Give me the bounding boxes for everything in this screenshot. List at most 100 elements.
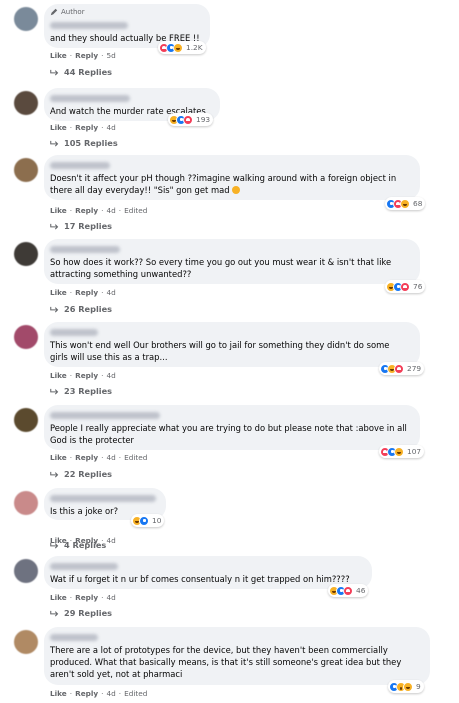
avatar[interactable]: [14, 408, 38, 432]
haha-reaction-icon: [400, 198, 410, 209]
reply-button[interactable]: Reply: [75, 371, 98, 380]
like-button[interactable]: Like: [50, 123, 67, 132]
avatar[interactable]: [14, 91, 38, 115]
commenter-name[interactable]: [50, 560, 362, 573]
reactions-summary[interactable]: 76: [385, 280, 426, 293]
reaction-count: 1.2K: [186, 43, 203, 52]
reactions-summary[interactable]: 279: [379, 362, 425, 375]
comment-bubble: So how does it work?? So every time you …: [44, 239, 420, 284]
like-button[interactable]: Like: [50, 206, 67, 215]
comment-actions: Like · Reply · 4d: [50, 288, 116, 297]
comment-bubble: Wat if u forget it n ur bf comes consent…: [44, 556, 372, 589]
reactions-summary[interactable]: 46: [328, 584, 369, 597]
like-button[interactable]: Like: [50, 288, 67, 297]
edited-label: Edited: [124, 453, 148, 462]
separator: ·: [101, 206, 104, 215]
timestamp[interactable]: 4d: [106, 288, 115, 297]
like-button[interactable]: Like: [50, 51, 67, 60]
like-button[interactable]: Like: [50, 593, 67, 602]
replies-count: 105 Replies: [64, 138, 118, 148]
timestamp[interactable]: 4d: [106, 206, 115, 215]
reactions-summary[interactable]: 68: [385, 197, 426, 210]
reply-button[interactable]: Reply: [75, 593, 98, 602]
view-replies-link[interactable]: 44 Replies: [50, 67, 112, 77]
reply-button[interactable]: Reply: [75, 689, 98, 698]
reply-button[interactable]: Reply: [75, 206, 98, 215]
reply-arrow-icon: [50, 306, 59, 312]
reply-arrow-icon: [50, 610, 59, 616]
blurred-name: [50, 412, 160, 419]
comments-feed: Author and they should actually be FREE !…: [0, 0, 459, 703]
timestamp[interactable]: 4d: [106, 123, 115, 132]
timestamp[interactable]: 4d: [106, 453, 115, 462]
reactions-summary[interactable]: 9: [388, 680, 424, 693]
separator: ·: [118, 453, 122, 462]
reactions-summary[interactable]: 107: [379, 445, 425, 458]
avatar[interactable]: [14, 242, 38, 266]
timestamp[interactable]: 4d: [106, 371, 115, 380]
reaction-count: 10: [152, 516, 162, 525]
view-replies-link[interactable]: 105 Replies: [50, 138, 118, 148]
separator: ·: [69, 123, 73, 132]
commenter-name[interactable]: [50, 492, 156, 505]
avatar[interactable]: [14, 630, 38, 654]
grin-emoji-icon: [231, 186, 240, 194]
replies-count: 23 Replies: [64, 386, 113, 396]
timestamp[interactable]: 5d: [106, 51, 115, 60]
separator: ·: [101, 593, 104, 602]
view-replies-link[interactable]: 17 Replies: [50, 221, 112, 231]
reactions-summary[interactable]: 10: [131, 514, 165, 527]
view-replies-link[interactable]: 26 Replies: [50, 304, 112, 314]
reaction-count: 76: [413, 282, 423, 291]
reaction-count: 46: [356, 586, 366, 595]
timestamp[interactable]: 4d: [106, 536, 115, 545]
reaction-count: 107: [407, 447, 422, 456]
blurred-name: [50, 329, 98, 336]
commenter-name[interactable]: [50, 243, 410, 256]
commenter-name[interactable]: [50, 159, 410, 172]
like-button[interactable]: Like: [50, 689, 67, 698]
comment-actions: Like · Reply · 4d · Edited: [50, 453, 147, 462]
view-replies-link[interactable]: 22 Replies: [50, 469, 112, 479]
avatar[interactable]: [14, 325, 38, 349]
reply-button[interactable]: Reply: [75, 288, 98, 297]
avatar[interactable]: [14, 7, 38, 31]
commenter-name[interactable]: [50, 326, 410, 339]
reply-button[interactable]: Reply: [75, 453, 98, 462]
comment-actions: Like · Reply · 4d: [50, 123, 116, 132]
separator: ·: [118, 689, 122, 698]
author-label: Author: [61, 8, 85, 16]
commenter-name[interactable]: [50, 631, 420, 644]
commenter-name[interactable]: [50, 92, 210, 105]
comment-bubble: There are a lot of prototypes for the de…: [44, 627, 430, 685]
haha-reaction-icon: [173, 42, 183, 53]
separator: ·: [69, 689, 73, 698]
timestamp[interactable]: 4d: [106, 593, 115, 602]
reply-arrow-icon: [50, 223, 59, 229]
reactions-summary[interactable]: 193: [168, 113, 214, 126]
view-replies-link[interactable]: 4 Replies: [50, 540, 106, 550]
view-replies-link[interactable]: 29 Replies: [50, 608, 112, 618]
like-button[interactable]: Like: [50, 453, 67, 462]
blurred-name: [50, 634, 98, 641]
comment-bubble: This won't end well Our brothers will go…: [44, 322, 420, 367]
commenter-name[interactable]: [50, 409, 410, 422]
timestamp[interactable]: 4d: [106, 689, 115, 698]
replies-count: 22 Replies: [64, 469, 113, 479]
reactions-summary[interactable]: 1.2K: [158, 41, 206, 54]
blurred-name: [50, 162, 110, 169]
reply-button[interactable]: Reply: [75, 51, 98, 60]
avatar[interactable]: [14, 158, 38, 182]
separator: ·: [118, 206, 122, 215]
haha-reaction-icon: [403, 681, 413, 692]
separator: ·: [101, 689, 104, 698]
like-button[interactable]: Like: [50, 371, 67, 380]
author-badge: Author: [50, 8, 200, 16]
reply-button[interactable]: Reply: [75, 123, 98, 132]
avatar[interactable]: [14, 559, 38, 583]
separator: ·: [69, 453, 73, 462]
view-replies-link[interactable]: 23 Replies: [50, 386, 112, 396]
avatar[interactable]: [14, 491, 38, 515]
replies-count: 17 Replies: [64, 221, 113, 231]
commenter-name[interactable]: [50, 19, 200, 32]
